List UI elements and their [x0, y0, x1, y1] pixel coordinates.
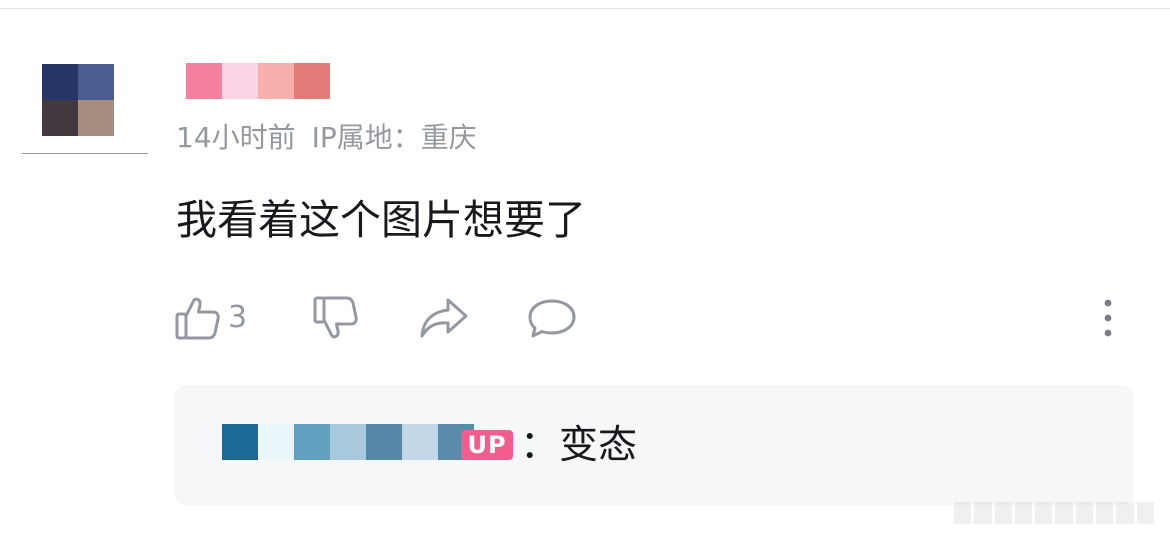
reply-username-pixel [366, 424, 402, 460]
reply-username-pixel [330, 424, 366, 460]
avatar-pixel [42, 100, 78, 136]
share-icon [418, 294, 470, 342]
thumbs-up-icon [174, 294, 222, 342]
dislike-button[interactable] [312, 292, 360, 344]
reply-username-pixel [402, 424, 438, 460]
up-badge: UP [461, 430, 513, 460]
username-pixelated[interactable] [186, 63, 330, 99]
watermark [954, 502, 1154, 524]
username-pixel [258, 63, 294, 99]
avatar-pixel [78, 100, 114, 136]
reply-username-pixelated[interactable] [222, 424, 474, 460]
like-button[interactable]: 3 [174, 292, 247, 344]
comment-actions: 3 [174, 292, 1124, 344]
ip-location: IP属地：重庆 [311, 121, 477, 154]
reply-username-pixel [222, 424, 258, 460]
avatar-underline [22, 153, 148, 154]
thumbs-down-icon [312, 294, 360, 342]
more-vertical-icon [1096, 294, 1120, 342]
reply-button[interactable] [526, 292, 578, 344]
comment-meta: 14小时前 IP属地：重庆 [176, 118, 477, 158]
avatar-pixel [42, 64, 78, 100]
avatar[interactable] [42, 64, 114, 136]
reply-preview[interactable]: UP ：变态 [174, 385, 1134, 505]
avatar-pixel [78, 64, 114, 100]
username-pixel [294, 63, 330, 99]
reply-username-pixel [294, 424, 330, 460]
reply-username-pixel [258, 424, 294, 460]
comment-text: 我看着这个图片想要了 [176, 196, 586, 244]
share-button[interactable] [418, 292, 470, 344]
comment-icon [526, 294, 578, 342]
username-pixel [186, 63, 222, 99]
like-count: 3 [228, 300, 248, 335]
comment-time: 14小时前 [176, 121, 296, 154]
top-divider [0, 8, 1170, 9]
more-button[interactable] [1096, 292, 1120, 344]
username-pixel [222, 63, 258, 99]
reply-text: ：变态 [520, 423, 638, 468]
